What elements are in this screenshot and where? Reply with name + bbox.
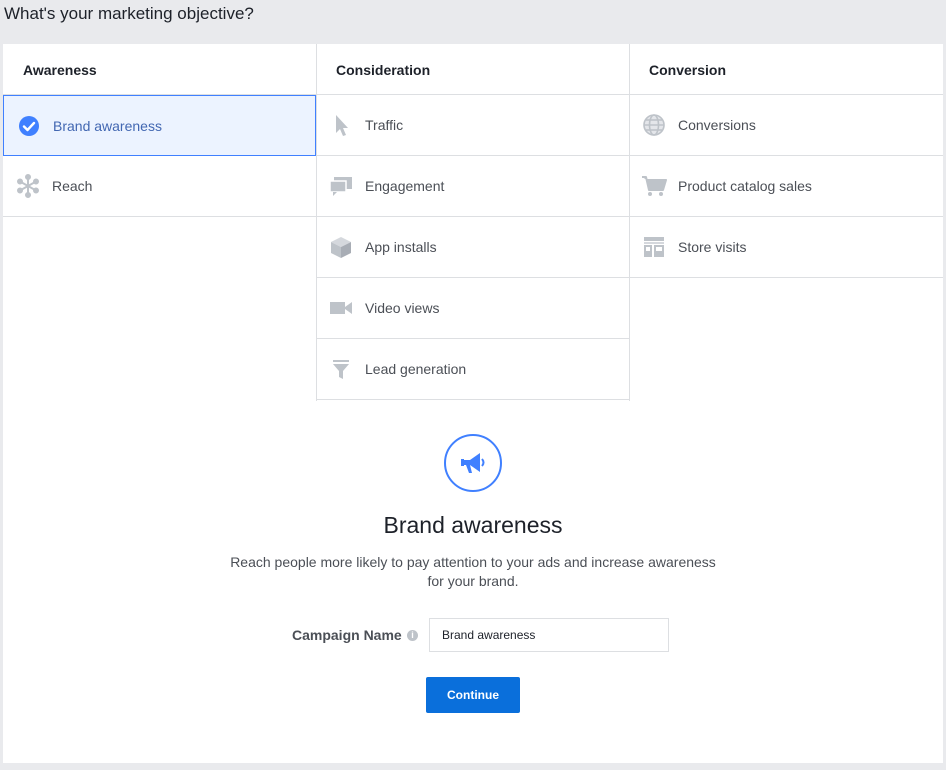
awareness-column: Awareness Brand awareness Reach bbox=[3, 44, 316, 217]
reach-icon bbox=[15, 173, 41, 199]
objective-grid: Awareness Brand awareness Reach Consider… bbox=[3, 44, 943, 401]
objective-engagement[interactable]: Engagement bbox=[316, 156, 629, 217]
cart-icon bbox=[641, 173, 667, 199]
box-icon bbox=[328, 234, 354, 260]
objective-label: Conversions bbox=[678, 117, 756, 133]
cursor-icon bbox=[328, 112, 354, 138]
objective-label: Reach bbox=[52, 178, 93, 194]
campaign-name-label: Campaign Name bbox=[292, 627, 402, 643]
globe-icon bbox=[641, 112, 667, 138]
objective-app-installs[interactable]: App installs bbox=[316, 217, 629, 278]
objective-video-views[interactable]: Video views bbox=[316, 278, 629, 339]
funnel-icon bbox=[328, 356, 354, 382]
awareness-header: Awareness bbox=[3, 44, 316, 95]
conversion-column: Conversion Conversions Product catalog s… bbox=[629, 44, 943, 278]
objective-brand-awareness[interactable]: Brand awareness bbox=[3, 95, 316, 156]
objective-reach[interactable]: Reach bbox=[3, 156, 316, 217]
objective-label: Brand awareness bbox=[53, 117, 162, 134]
detail-description: Reach people more likely to pay attentio… bbox=[230, 554, 716, 589]
campaign-name-row: Campaign Name i bbox=[3, 618, 943, 652]
video-camera-icon bbox=[328, 295, 354, 321]
objective-label: Product catalog sales bbox=[678, 178, 812, 194]
consideration-column: Consideration Traffic Engagement App ins… bbox=[316, 44, 629, 400]
objective-label: Traffic bbox=[365, 117, 404, 133]
objective-store-visits[interactable]: Store visits bbox=[629, 217, 943, 278]
objective-label: Store visits bbox=[678, 239, 747, 255]
store-icon bbox=[641, 234, 667, 260]
continue-button[interactable]: Continue bbox=[426, 677, 520, 713]
objective-label: App installs bbox=[365, 239, 437, 255]
objective-traffic[interactable]: Traffic bbox=[316, 95, 629, 156]
objective-label: Lead generation bbox=[365, 361, 467, 377]
objective-panel: Awareness Brand awareness Reach Consider… bbox=[3, 44, 943, 763]
objective-conversions[interactable]: Conversions bbox=[629, 95, 943, 156]
check-circle-icon bbox=[16, 113, 42, 139]
objective-detail: Brand awareness Reach people more likely… bbox=[3, 434, 943, 591]
consideration-header: Consideration bbox=[316, 44, 629, 95]
detail-title: Brand awareness bbox=[383, 512, 563, 538]
conversion-header: Conversion bbox=[629, 44, 943, 95]
info-icon[interactable]: i bbox=[407, 630, 418, 641]
objective-label: Engagement bbox=[365, 178, 445, 194]
objective-lead-generation[interactable]: Lead generation bbox=[316, 339, 629, 400]
chat-bubbles-icon bbox=[328, 173, 354, 199]
campaign-name-input[interactable] bbox=[429, 618, 669, 652]
megaphone-icon bbox=[444, 434, 502, 492]
objective-label: Video views bbox=[365, 300, 440, 316]
page-title: What's your marketing objective? bbox=[4, 4, 254, 23]
objective-product-catalog-sales[interactable]: Product catalog sales bbox=[629, 156, 943, 217]
